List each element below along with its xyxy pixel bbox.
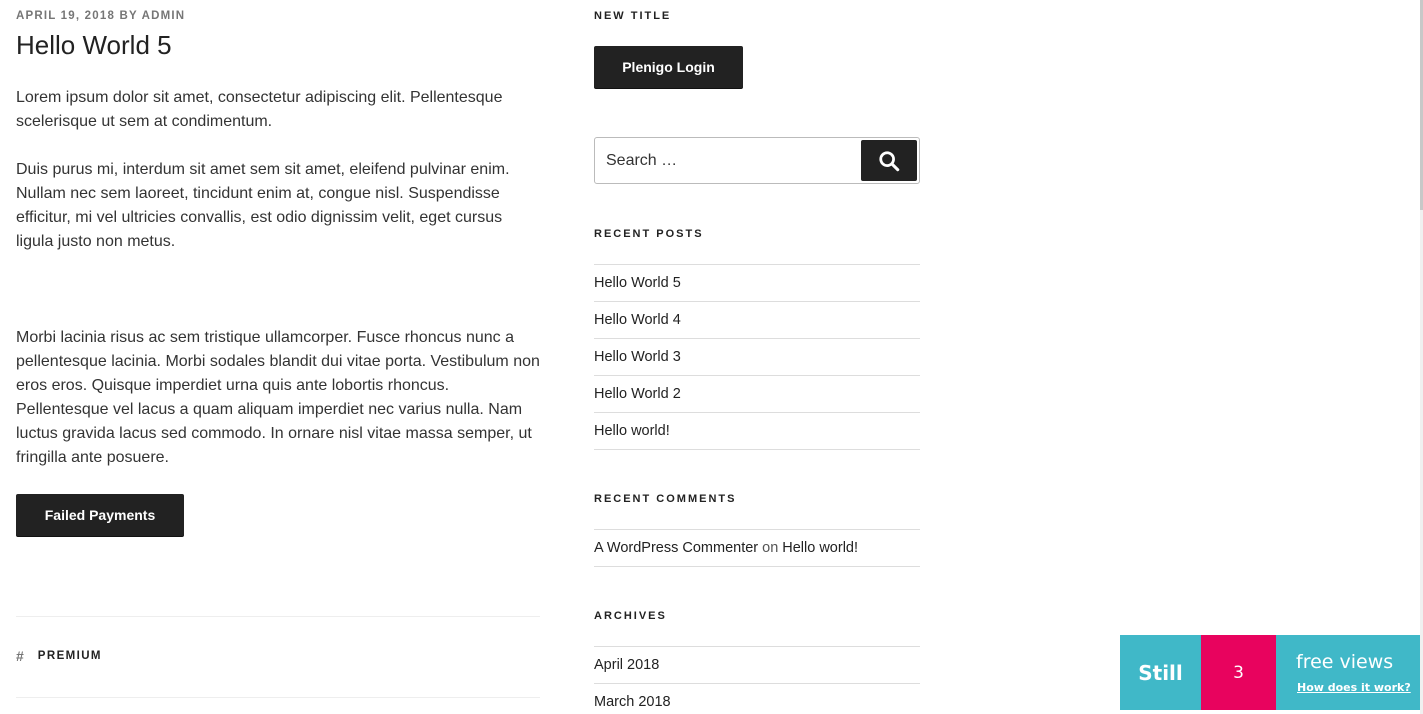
recent-post-link[interactable]: Hello World 5 [594,275,681,291]
post-author[interactable]: ADMIN [142,10,186,22]
widget-title-new-title: NEW TITLE [594,10,672,22]
widget-title-archives: ARCHIVES [594,610,667,622]
plenigo-login-button[interactable]: Plenigo Login [594,46,743,88]
divider-top [16,616,540,617]
banner-still-label: Still [1120,635,1201,710]
divider-bottom [16,697,540,698]
list-item: Hello World 2 [594,376,920,413]
comment-post-link[interactable]: Hello world! [782,540,858,556]
recent-post-link[interactable]: Hello World 3 [594,349,681,365]
banner-views-count: 3 [1201,635,1276,710]
list-item: Hello world! [594,413,920,450]
list-item: Hello World 4 [594,302,920,339]
banner-how-it-works-link[interactable]: How does it work? [1297,681,1411,694]
list-item: Hello World 5 [594,265,920,302]
comment-on-label: on [762,540,779,556]
list-item: Hello World 3 [594,339,920,376]
recent-post-link[interactable]: Hello world! [594,423,670,439]
list-item: March 2018 [594,684,920,714]
search-form [594,137,920,184]
search-input[interactable] [595,138,845,183]
list-item: April 2018 [594,647,920,684]
post-by-label: BY [119,10,138,22]
archive-link[interactable]: March 2018 [594,694,671,710]
archives-list: April 2018 March 2018 [594,646,920,714]
post-meta: APRIL 19, 2018 BY ADMIN [16,10,185,22]
post-tags: # PREMIUM [16,648,102,664]
post-paragraph-1: Lorem ipsum dolor sit amet, consectetur … [16,89,503,130]
comment-author-link[interactable]: A WordPress Commenter [594,540,758,556]
post-paragraph-3: Morbi lacinia risus ac sem tristique ull… [16,329,540,466]
banner-free-views-label: free views [1296,651,1394,673]
archive-link[interactable]: April 2018 [594,657,659,673]
recent-comments-list: A WordPress Commenter on Hello world! [594,529,920,567]
free-views-banner: Still 3 free views How does it work? [1120,635,1420,710]
post-date[interactable]: APRIL 19, 2018 [16,10,115,22]
recent-post-link[interactable]: Hello World 2 [594,386,681,402]
banner-info: free views How does it work? [1276,635,1420,710]
widget-title-recent-posts: RECENT POSTS [594,228,704,240]
failed-payments-button[interactable]: Failed Payments [16,494,184,536]
list-item: A WordPress Commenter on Hello world! [594,530,920,567]
widget-title-recent-comments: RECENT COMMENTS [594,493,737,505]
recent-posts-list: Hello World 5 Hello World 4 Hello World … [594,264,920,450]
search-submit-button[interactable] [861,140,917,181]
post-title: Hello World 5 [16,30,172,60]
post-paragraph-2: Duis purus mi, interdum sit amet sem sit… [16,161,510,250]
hashtag-icon: # [16,648,24,664]
recent-post-link[interactable]: Hello World 4 [594,312,681,328]
tag-premium[interactable]: PREMIUM [38,650,102,662]
search-icon [879,150,900,171]
